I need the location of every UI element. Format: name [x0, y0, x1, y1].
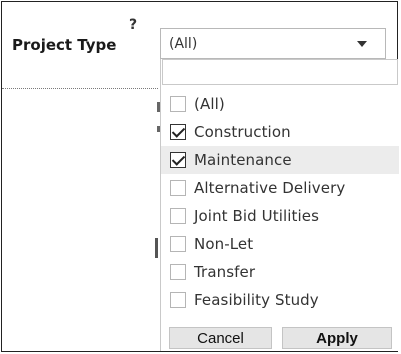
option-label: Feasibility Study	[194, 291, 319, 309]
help-icon[interactable]: ?	[129, 17, 137, 33]
option-label: (All)	[194, 95, 225, 113]
checkbox[interactable]	[170, 208, 186, 224]
option-label: Alternative Delivery	[194, 179, 346, 197]
dotted-divider	[2, 88, 158, 89]
option-label: Construction	[194, 123, 291, 141]
filter-label: Project Type	[12, 36, 117, 54]
option-all[interactable]: (All)	[161, 90, 399, 118]
dashboard-frame: ? Project Type (All) (All) Construction …	[1, 1, 399, 352]
option-construction[interactable]: Construction	[161, 118, 399, 146]
checkbox[interactable]	[170, 152, 186, 168]
checkbox[interactable]	[170, 96, 186, 112]
checkbox[interactable]	[170, 264, 186, 280]
option-label: Joint Bid Utilities	[194, 207, 320, 225]
checkbox[interactable]	[170, 292, 186, 308]
option-non-let[interactable]: Non-Let	[161, 230, 399, 258]
dropdown-panel: (All) Construction Maintenance Alternati…	[160, 59, 399, 351]
option-joint-bid-utilities[interactable]: Joint Bid Utilities	[161, 202, 399, 230]
checkbox[interactable]	[170, 124, 186, 140]
option-label: Non-Let	[194, 235, 254, 253]
option-alternative-delivery[interactable]: Alternative Delivery	[161, 174, 399, 202]
option-list: (All) Construction Maintenance Alternati…	[161, 90, 399, 314]
option-feasibility-study[interactable]: Feasibility Study	[161, 286, 399, 314]
checkmark-icon	[171, 152, 186, 166]
apply-button[interactable]: Apply	[282, 327, 392, 349]
option-maintenance[interactable]: Maintenance	[161, 146, 399, 174]
checkbox[interactable]	[170, 180, 186, 196]
chevron-down-icon[interactable]	[357, 40, 367, 47]
dropdown-selected-value: (All)	[169, 35, 198, 52]
project-type-dropdown[interactable]: (All)	[160, 28, 386, 59]
checkmark-icon	[171, 124, 186, 138]
option-transfer[interactable]: Transfer	[161, 258, 399, 286]
background-mark	[155, 238, 158, 258]
button-row: Cancel Apply	[169, 327, 399, 349]
option-label: Transfer	[194, 263, 256, 281]
filter-label-panel: ? Project Type	[2, 2, 158, 351]
cancel-button[interactable]: Cancel	[169, 327, 272, 349]
search-input[interactable]	[162, 59, 398, 85]
option-label: Maintenance	[194, 151, 292, 169]
checkbox[interactable]	[170, 236, 186, 252]
